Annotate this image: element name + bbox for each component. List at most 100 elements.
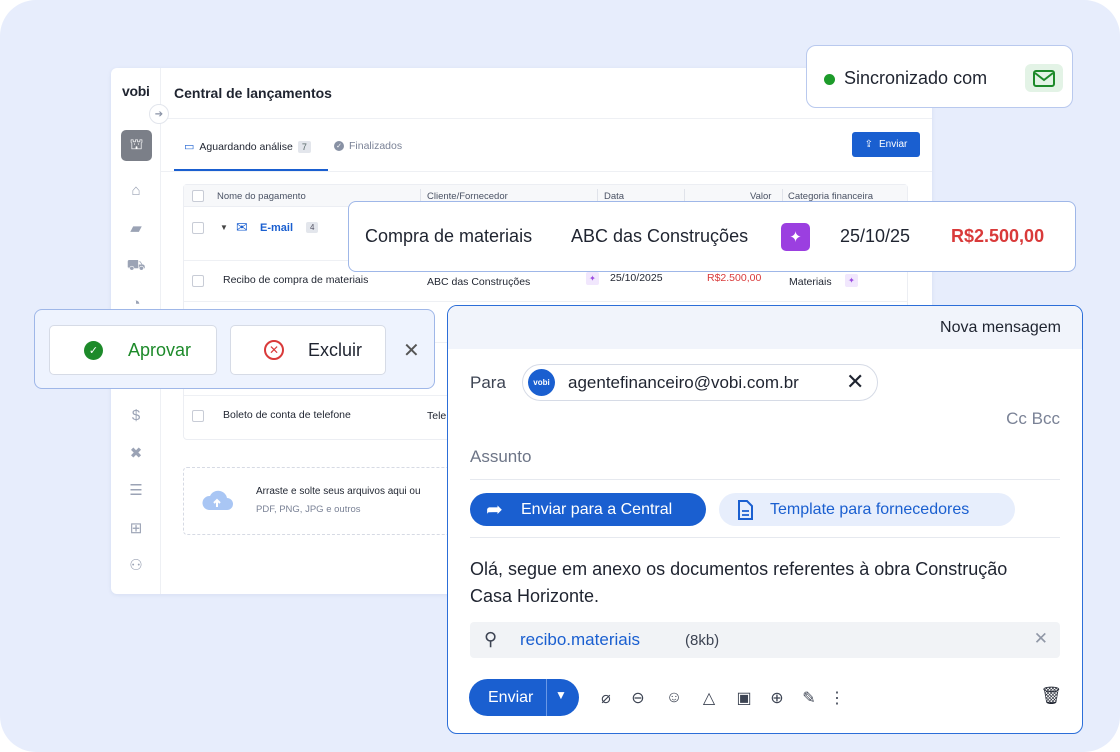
paperclip-icon: ⚲ xyxy=(484,629,498,649)
image-icon[interactable]: ▣ xyxy=(733,687,755,709)
close-icon[interactable]: ✕ xyxy=(403,338,420,363)
send-label: Enviar xyxy=(488,689,534,706)
enviar-label: Enviar xyxy=(879,139,908,150)
attach-file-icon[interactable]: ⌀ xyxy=(595,687,617,709)
send-to-central-label: Enviar para a Central xyxy=(521,500,673,518)
dropzone-text: Arraste e solte seus arquivos aqui ou xyxy=(256,486,421,497)
divider xyxy=(470,479,1060,480)
pen-icon[interactable]: ✎ xyxy=(798,687,820,709)
list-icon[interactable]: ☰ xyxy=(123,479,149,501)
cell-client: Tele xyxy=(427,410,447,422)
cell-date: 25/10/2025 xyxy=(610,272,663,284)
transaction-supplier: ABC das Construções xyxy=(571,226,749,246)
remove-attachment-icon[interactable]: ✕ xyxy=(1034,629,1048,649)
send-to-central-button[interactable]: ➦ Enviar para a Central xyxy=(470,493,706,526)
compose-header: Nova mensagem xyxy=(448,306,1082,349)
attachment-size: (8kb) xyxy=(685,632,720,649)
mail-icon: ✉ xyxy=(236,219,248,235)
emoji-icon[interactable]: ☺ xyxy=(663,687,685,709)
message-body[interactable]: Olá, segue em anexo os documentos refere… xyxy=(470,556,1030,610)
divider xyxy=(161,171,932,172)
delete-button[interactable]: ✕ Excluir xyxy=(230,325,386,375)
bulk-action-bar: ✓ Aprovar ✕ Excluir ✕ xyxy=(34,309,435,389)
cell-name: Boleto de conta de telefone xyxy=(223,409,351,421)
sync-label: Sincronizado com xyxy=(844,68,988,88)
remove-recipient-icon[interactable]: ✕ xyxy=(846,369,864,395)
compose-window: Nova mensagem Para vobi agentefinanceiro… xyxy=(447,305,1083,734)
check-circle-icon: ✓ xyxy=(334,141,344,151)
transaction-date: 25/10/25 xyxy=(840,226,911,246)
template-button[interactable]: Template para fornecedores xyxy=(719,493,1015,526)
transaction-card: Compra de materiais ABC das Construções … xyxy=(348,201,1076,272)
caret-down-icon[interactable]: ▼ xyxy=(220,223,228,232)
transaction-value: R$2.500,00 xyxy=(951,226,1045,246)
enviar-button[interactable]: ⇪ Enviar xyxy=(852,132,920,157)
to-label: Para xyxy=(470,373,506,392)
col-header-name[interactable]: Nome do pagamento xyxy=(217,191,306,202)
tools-icon[interactable]: ✖ xyxy=(123,442,149,464)
team-icon[interactable]: ⚇ xyxy=(123,554,149,576)
tab-count-badge: 7 xyxy=(297,140,311,153)
trash-icon[interactable]: 🗑 xyxy=(1040,686,1062,706)
row-checkbox[interactable] xyxy=(192,222,204,234)
arrow-right-icon: ➔ xyxy=(154,108,164,120)
delete-label: Excluir xyxy=(308,339,363,360)
document-icon xyxy=(738,499,753,520)
group-label: E-mail xyxy=(260,222,294,234)
crane-icon: ⛫ xyxy=(129,136,144,153)
truck-icon[interactable]: ⛟ xyxy=(123,255,149,277)
tab-label: Finalizados xyxy=(349,140,403,152)
lock-clock-icon[interactable]: ⊕ xyxy=(766,687,788,709)
upload-icon: ⇪ xyxy=(864,139,874,150)
attachment-name[interactable]: recibo.materiais xyxy=(520,630,640,650)
drive-icon[interactable]: △ xyxy=(698,687,720,709)
approve-label: Aprovar xyxy=(128,339,192,360)
group-count-badge: 4 xyxy=(306,222,319,233)
recipient-email: agentefinanceiro@vobi.com.br xyxy=(568,373,799,392)
approve-button[interactable]: ✓ Aprovar xyxy=(49,325,217,375)
home-icon[interactable]: ⌂ xyxy=(123,179,149,201)
collapse-sidebar-button[interactable]: ➔ xyxy=(149,104,169,124)
inbox-icon: ▭ xyxy=(184,141,195,153)
divider xyxy=(161,118,932,119)
app-logo: vobi xyxy=(122,83,150,99)
avatar: vobi xyxy=(528,369,555,396)
page-title: Central de lançamentos xyxy=(174,85,332,101)
attachment-chip[interactable]: ⚲ recibo.materiais (8kb) ✕ xyxy=(470,622,1060,658)
cell-value: R$2.500,00 xyxy=(707,272,762,284)
apps-icon[interactable]: ⊞ xyxy=(123,517,149,539)
dollar-icon[interactable]: $ xyxy=(123,404,149,426)
compose-title: Nova mensagem xyxy=(940,319,1061,336)
more-options-icon[interactable]: ⋮ xyxy=(826,687,848,709)
tab-aguardando[interactable]: ▭ Aguardando análise 7 xyxy=(184,140,311,153)
tab-finalizados[interactable]: ✓ Finalizados xyxy=(334,140,402,152)
sync-status-card: Sincronizado com xyxy=(806,45,1073,108)
send-button[interactable]: Enviar ▼ xyxy=(469,679,579,716)
link-icon[interactable]: ⊖ xyxy=(627,687,649,709)
cell-client: ABC das Construções xyxy=(427,276,531,288)
select-all-checkbox[interactable] xyxy=(192,190,204,202)
caret-down-icon[interactable]: ▼ xyxy=(555,688,567,702)
dropzone-formats: PDF, PNG, JPG e outros xyxy=(256,504,361,515)
row-checkbox[interactable] xyxy=(192,275,204,287)
tab-label: Aguardando análise xyxy=(199,140,293,153)
cell-name: Recibo de compra de materiais xyxy=(223,274,369,286)
ai-sparkle-icon: ✦ xyxy=(845,274,858,287)
divider xyxy=(470,537,1060,538)
status-dot xyxy=(824,74,835,85)
mail-icon xyxy=(1025,64,1063,92)
divider xyxy=(546,679,547,716)
row-checkbox[interactable] xyxy=(192,410,204,422)
sidebar-item-projects[interactable]: ⛫ xyxy=(121,130,152,161)
subject-field[interactable]: Assunto xyxy=(470,447,531,467)
cell-category: Materiais xyxy=(789,276,832,288)
recipient-chip[interactable]: vobi agentefinanceiro@vobi.com.br ✕ xyxy=(522,364,878,401)
folder-icon[interactable]: ▰ xyxy=(123,217,149,239)
cc-bcc-link[interactable]: Cc Bcc xyxy=(1006,409,1060,429)
forward-arrow-icon: ➦ xyxy=(486,499,503,521)
ai-sparkle-icon: ✦ xyxy=(586,272,599,285)
ai-sparkle-icon: ✦ xyxy=(781,223,810,251)
x-circle-icon: ✕ xyxy=(264,340,284,360)
transaction-description: Compra de materiais xyxy=(365,226,533,246)
template-label: Template para fornecedores xyxy=(770,500,970,518)
